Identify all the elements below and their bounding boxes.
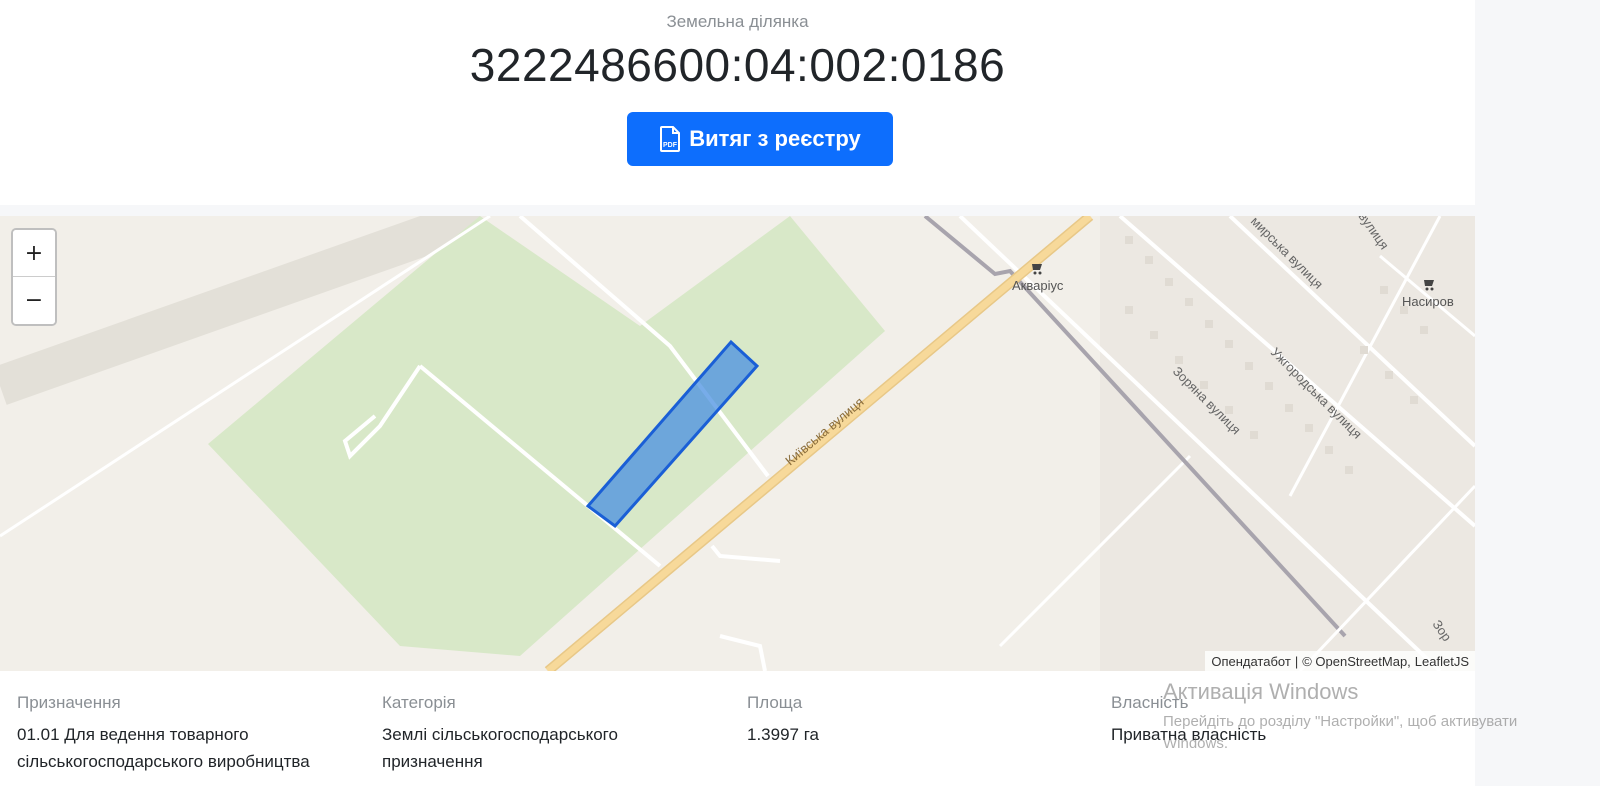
parcel-header: Земельна ділянка 3222486600:04:002:0186 …: [0, 0, 1475, 205]
info-purpose: Призначення 01.01 Для ведення товарного …: [17, 693, 347, 775]
info-area: Площа 1.3997 га: [747, 693, 1077, 748]
zoom-control: + −: [11, 228, 57, 326]
category-value-line1: Землі сільськогосподарського: [382, 725, 618, 744]
info-category: Категорія Землі сільськогосподарського п…: [382, 693, 712, 775]
map-attribution: Опендатабот | © OpenStreetMap, LeafletJS: [1205, 651, 1475, 671]
ownership-label: Власність: [1111, 693, 1189, 712]
purpose-value-line1: 01.01 Для ведення товарного: [17, 725, 249, 744]
label-nasyrov: Насиров: [1402, 294, 1454, 309]
pdf-file-icon: PDF: [660, 126, 681, 152]
zoom-in-button[interactable]: +: [13, 230, 55, 277]
attribution-leaflet-link[interactable]: LeafletJS: [1415, 654, 1469, 669]
category-value-line2: призначення: [382, 752, 483, 771]
attribution-separator: |: [1294, 653, 1299, 669]
parcel-info: Призначення 01.01 Для ведення товарного …: [0, 671, 1475, 786]
purpose-value-line2: сільськогосподарського виробництва: [17, 752, 310, 771]
purpose-label: Призначення: [17, 693, 121, 712]
svg-text:PDF: PDF: [663, 142, 678, 149]
cadastral-number: 3222486600:04:002:0186: [469, 39, 1006, 91]
registry-extract-button[interactable]: PDF Витяг з реєстру: [627, 112, 893, 166]
zoom-out-button[interactable]: −: [13, 277, 55, 324]
ownership-value: Приватна власність: [1111, 725, 1267, 744]
info-ownership: Власність Приватна власність: [1111, 693, 1441, 748]
purpose-value: 01.01 Для ведення товарного сільськогосп…: [17, 721, 347, 775]
category-label: Категорія: [382, 693, 456, 712]
area-label: Площа: [747, 693, 803, 712]
category-value: Землі сільськогосподарського призначення: [382, 721, 712, 775]
page-content: Земельна ділянка 3222486600:04:002:0186 …: [0, 0, 1475, 786]
attribution-osm-link[interactable]: © OpenStreetMap,: [1302, 654, 1411, 669]
registry-extract-label: Витяг з реєстру: [689, 126, 861, 151]
area-value: 1.3997 га: [747, 725, 820, 744]
page-subtitle: Земельна ділянка: [666, 12, 809, 31]
parcel-map[interactable]: Київська вулиця Зоряна вулиця Ужгородськ…: [0, 216, 1475, 671]
label-akvarius: Акваріус: [1012, 278, 1064, 293]
section-divider: [0, 205, 1475, 216]
map-tiles: Київська вулиця Зоряна вулиця Ужгородськ…: [0, 216, 1475, 671]
attribution-owner-link[interactable]: Опендатабот: [1211, 654, 1290, 669]
